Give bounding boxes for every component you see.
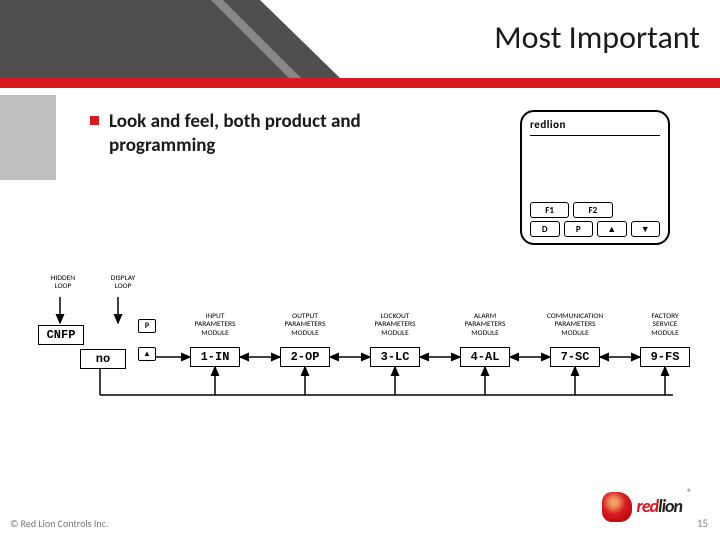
module-box: 7-SC [550, 347, 600, 367]
module-box: 2-OP [280, 347, 330, 367]
logo-red: red [636, 495, 658, 517]
cnfp-box: CNFP [38, 325, 84, 345]
lion-head-icon [602, 492, 632, 522]
display-loop-label: DISPLAYLOOP [88, 275, 158, 292]
device-buttons-row2: D P ▲ ▼ [530, 221, 660, 237]
device-f1-button: F1 [530, 202, 569, 218]
device-f2-button: F2 [573, 202, 612, 218]
slide-title: Most Important [494, 18, 700, 57]
module-box: 1-IN [190, 347, 240, 367]
registered-icon: ® [687, 488, 692, 497]
device-d-button: D [530, 221, 560, 237]
device-brand: redlion [530, 118, 660, 131]
slide-footer: © Red Lion Controls Inc. redlion® 15 [0, 480, 720, 540]
device-panel: redlion F1 F2 D P ▲ ▼ [520, 110, 670, 245]
logo-lion: lion [658, 495, 682, 517]
module-label: COMMUNICATIONPARAMETERSMODULE [540, 313, 610, 338]
copyright-text: © Red Lion Controls Inc. [10, 517, 108, 530]
slide-header: Most Important [0, 0, 720, 95]
page-number: 15 [697, 517, 708, 530]
header-top: Most Important [0, 0, 720, 78]
device-up-button: ▲ [597, 221, 627, 237]
device-buttons-row1: F1 F2 [530, 202, 660, 218]
module-label: ALARMPARAMETERSMODULE [450, 313, 520, 338]
logo-text: redlion® [636, 498, 682, 515]
redlion-logo: redlion® [602, 492, 682, 522]
header-red-bar [0, 78, 720, 88]
sidebar-gray-block [0, 95, 56, 180]
device-screen [530, 142, 660, 196]
p-key: P [138, 319, 156, 333]
device-divider [530, 135, 660, 136]
module-box: 9-FS [640, 347, 690, 367]
bullet-text: Look and feel, both product and programm… [109, 110, 399, 158]
module-label: INPUTPARAMETERSMODULE [180, 313, 250, 338]
device-down-button: ▼ [631, 221, 661, 237]
no-box: no [80, 349, 126, 369]
device-p-button: P [564, 221, 594, 237]
module-label: FACTORYSERVICEMODULE [630, 313, 700, 338]
up-key: ▲ [138, 347, 156, 361]
module-box: 3-LC [370, 347, 420, 367]
module-label: LOCKOUTPARAMETERSMODULE [360, 313, 430, 338]
module-label: OUTPUTPARAMETERSMODULE [270, 313, 340, 338]
module-box: 4-AL [460, 347, 510, 367]
flowchart: HIDDENLOOP DISPLAYLOOP CNFP no P ▲ INPUT… [40, 275, 690, 420]
bullet-square-icon [90, 116, 99, 125]
